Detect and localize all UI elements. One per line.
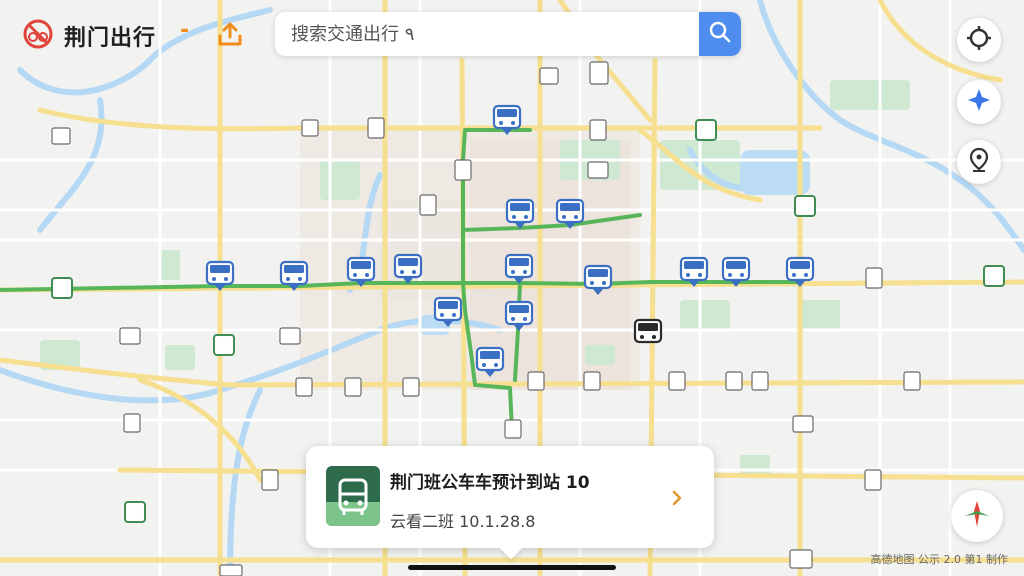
arrival-subtitle: 云看二班 10.1.28.8 bbox=[390, 512, 536, 531]
compass-button[interactable] bbox=[957, 80, 1001, 124]
search-bar bbox=[275, 12, 741, 56]
compass-icon bbox=[966, 87, 992, 117]
bus-pin[interactable] bbox=[633, 318, 663, 344]
search-input[interactable] bbox=[275, 12, 695, 56]
title-separator: - bbox=[180, 18, 190, 43]
map-attribution: 高德地图 公示 2.0 第1 制作 bbox=[870, 553, 1008, 566]
upload-icon[interactable] bbox=[216, 20, 244, 48]
gps-crosshair-icon bbox=[966, 25, 992, 55]
search-icon bbox=[708, 20, 732, 48]
locate-button[interactable] bbox=[957, 18, 1001, 62]
navigate-arrow-icon bbox=[962, 499, 992, 533]
location-pin-button[interactable] bbox=[957, 140, 1001, 184]
top-bar: 荆门出行 - bbox=[0, 0, 1024, 70]
location-pin-icon bbox=[967, 147, 991, 177]
map-app: 荆门出行 - 搜索交通出行 ۹ 荆门班公车车预计到站 10 云看二班 10.1.… bbox=[0, 0, 1024, 576]
arrival-title: 荆门班公车车预计到站 10 bbox=[390, 473, 590, 493]
search-button[interactable] bbox=[699, 12, 741, 56]
bus-icon bbox=[326, 466, 380, 526]
arrival-card[interactable]: 荆门班公车车预计到站 10 云看二班 10.1.28.8 bbox=[306, 446, 714, 560]
brand: 荆门出行 bbox=[22, 18, 156, 54]
navigate-button[interactable] bbox=[951, 490, 1003, 542]
chevron-right-icon[interactable] bbox=[670, 490, 684, 506]
no-bike-icon bbox=[22, 18, 54, 54]
app-title: 荆门出行 bbox=[64, 26, 157, 51]
home-indicator[interactable] bbox=[408, 565, 616, 570]
